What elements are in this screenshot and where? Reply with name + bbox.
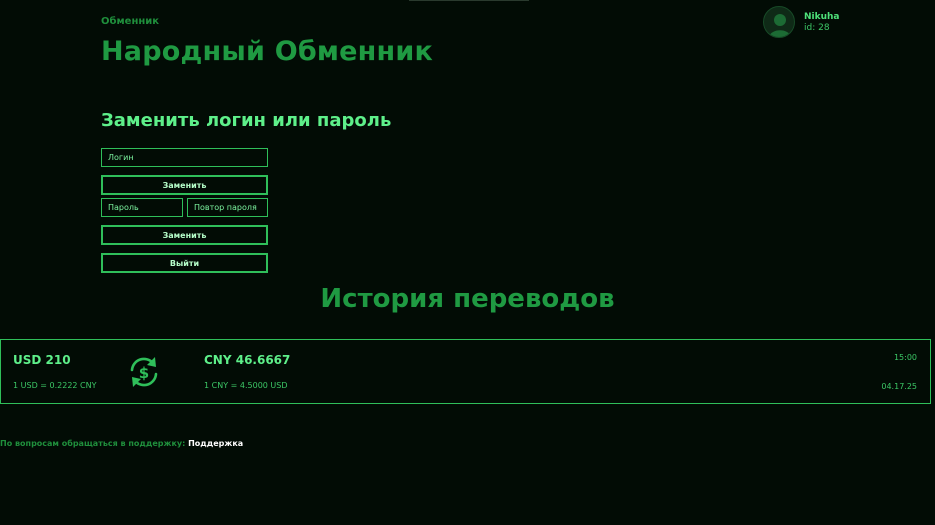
avatar[interactable] (763, 6, 795, 38)
from-amount: USD 210 (13, 353, 71, 367)
credentials-section-title: Заменить логин или пароль (101, 110, 392, 131)
login-input[interactable] (101, 148, 268, 167)
svg-text:$: $ (139, 364, 149, 382)
user-profile[interactable]: Nikuha id: 28 (763, 6, 883, 40)
logout-button[interactable]: Выйти (101, 253, 268, 273)
currency-exchange-icon: $ (127, 355, 161, 389)
breadcrumb[interactable]: Обменник (101, 16, 159, 27)
user-name: Nikuha (804, 12, 840, 22)
support-link[interactable]: Поддержка (188, 439, 243, 448)
top-divider (409, 0, 529, 1)
password-repeat-input[interactable] (187, 198, 268, 217)
replace-login-button[interactable]: Заменить (101, 175, 268, 195)
to-amount: CNY 46.6667 (204, 353, 291, 367)
footer: По вопросам обращаться в поддержку: Подд… (0, 439, 243, 448)
replace-password-button[interactable]: Заменить (101, 225, 268, 245)
transfer-date: 04.17.25 (881, 382, 917, 391)
from-rate: 1 USD = 0.2222 CNY (13, 381, 97, 390)
user-id: id: 28 (804, 23, 830, 33)
transfer-card: USD 210 1 USD = 0.2222 CNY $ CNY 46.6667… (0, 339, 931, 404)
password-input[interactable] (101, 198, 183, 217)
user-avatar-icon (769, 14, 791, 37)
to-rate: 1 CNY = 4.5000 USD (204, 381, 288, 390)
transfer-time: 15:00 (893, 353, 917, 362)
history-title: История переводов (320, 284, 615, 314)
footer-text: По вопросам обращаться в поддержку: (0, 439, 186, 448)
page-title: Народный Обменник (101, 36, 434, 67)
